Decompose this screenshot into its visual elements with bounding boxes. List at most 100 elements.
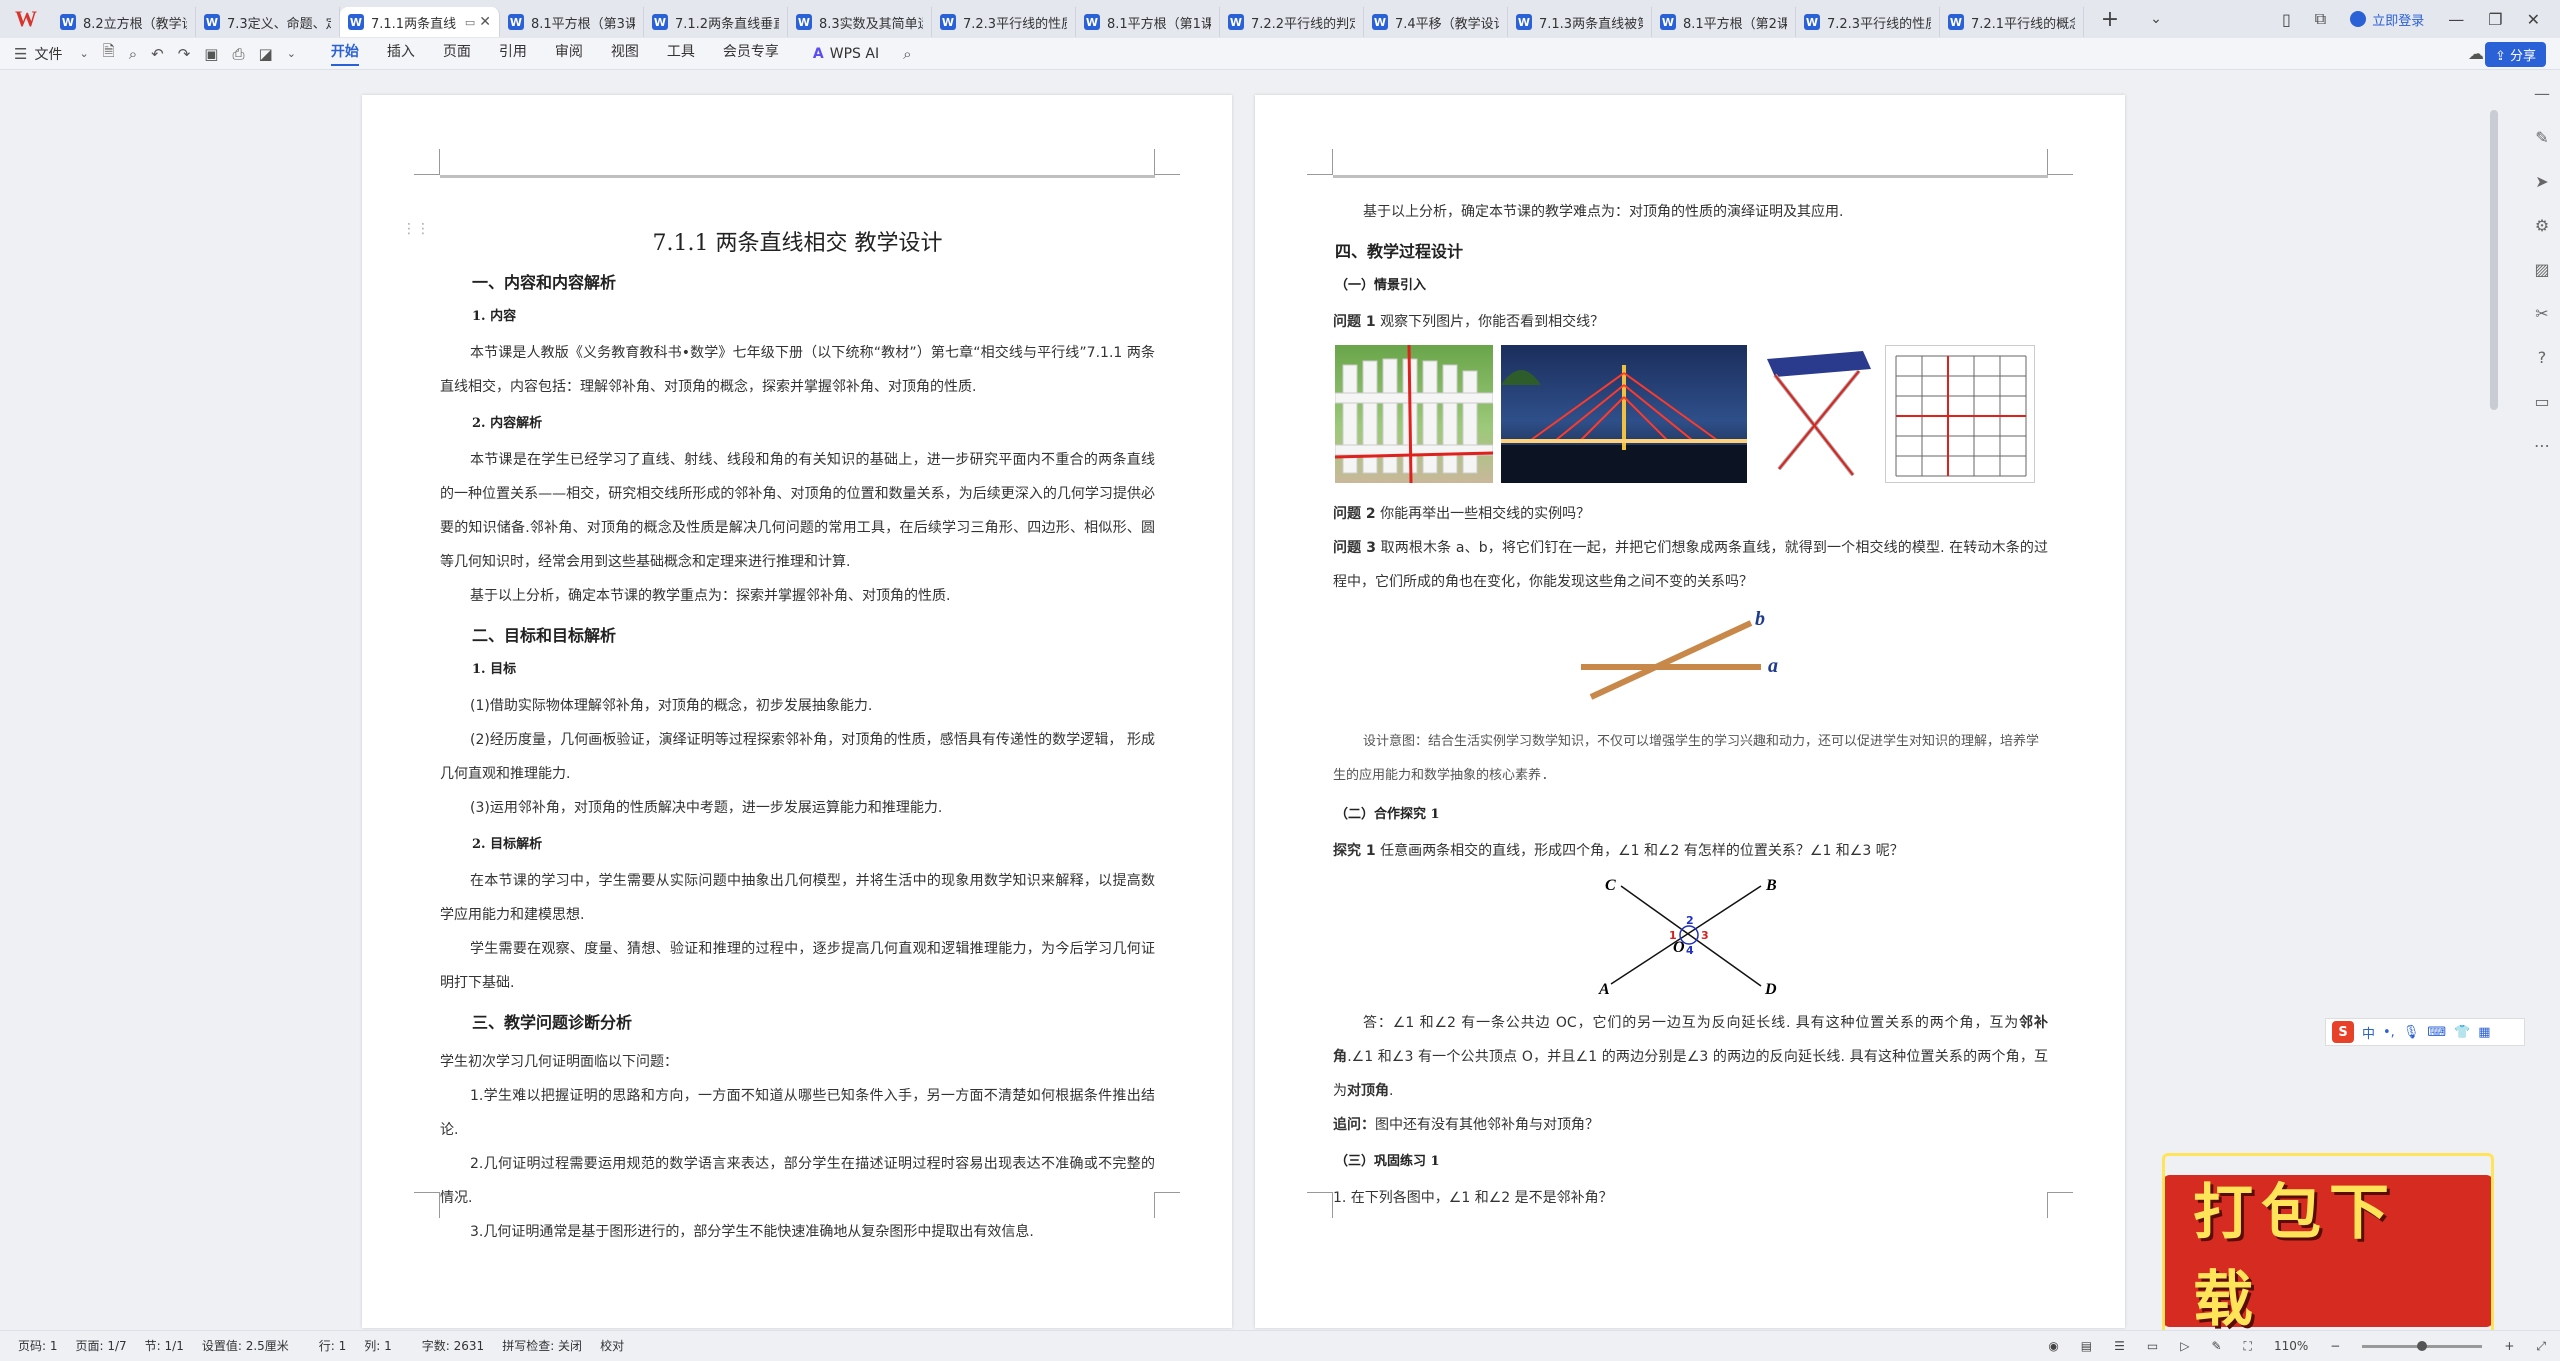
zoom-level[interactable]: 110% xyxy=(2274,1339,2308,1353)
document-tab[interactable]: W 7.2.1平行线的概念 xyxy=(1940,7,2084,37)
document-tab[interactable]: W 7.1.2两条直线垂直 xyxy=(644,7,788,37)
fit-page-icon[interactable]: ⛶ xyxy=(2244,1339,2252,1354)
paragraph: 学生需要在观察、度量、猜想、验证和推理的过程中，逐步提高几何直观和逻辑推理能力，… xyxy=(440,941,1155,991)
status-proofread[interactable]: 校对 xyxy=(600,1337,624,1354)
search-icon[interactable]: ⌕ xyxy=(903,45,911,63)
status-spell-check[interactable]: 拼写检查: 关闭 xyxy=(502,1337,582,1354)
line-a-label: a xyxy=(1768,655,1778,677)
document-tab[interactable]: W 7.2.3平行线的性质 xyxy=(1796,7,1940,37)
cloud-sync-icon[interactable]: ☁ xyxy=(2468,44,2484,63)
zoom-out-icon[interactable]: − xyxy=(2330,1339,2340,1353)
format-painter-icon[interactable]: ⌕ xyxy=(129,45,137,63)
page-content[interactable]: ⋮⋮ 7.1.1 两条直线相交 教学设计 一、内容和内容解析 1. 内容 本节课… xyxy=(402,215,1155,1249)
ime-mode[interactable]: 中 xyxy=(2362,1023,2375,1042)
edit-icon[interactable]: ✎ xyxy=(2211,1339,2221,1353)
edit-pen-icon[interactable]: ✎ xyxy=(2535,128,2548,147)
wps-ai-button[interactable]: A WPS AI xyxy=(813,46,879,62)
document-tab[interactable]: W 8.1平方根（第1课时） xyxy=(1076,7,1220,37)
select-cursor-icon[interactable]: ➤ xyxy=(2535,172,2548,191)
web-view-icon[interactable]: ▭ xyxy=(2147,1339,2158,1353)
wps-logo-icon[interactable]: W xyxy=(0,0,52,38)
new-tab-plus-icon[interactable]: + xyxy=(2090,7,2130,32)
tab-list-chevron-icon[interactable]: ⌄ xyxy=(2136,11,2176,27)
window-list-icon[interactable]: ⧉ xyxy=(2315,9,2326,29)
ime-toolbar[interactable]: S 中 •, 🎙 ⌨ 👕 ▦ xyxy=(2325,1018,2525,1046)
ribbon-tab[interactable]: 会员专享 xyxy=(723,41,779,66)
ribbon-tab[interactable]: 开始 xyxy=(330,41,359,66)
adjust-settings-icon[interactable]: ⚙ xyxy=(2535,216,2549,235)
zoom-slider-handle[interactable] xyxy=(2417,1340,2428,1351)
document-tab[interactable]: W 8.1平方根（第2课时） xyxy=(1652,7,1796,37)
document-tab[interactable]: W 7.3定义、命题、定理 xyxy=(196,7,340,37)
undo-icon[interactable]: ↶ xyxy=(151,45,164,63)
ribbon-tab[interactable]: 插入 xyxy=(387,41,415,66)
file-menu[interactable]: 文件 xyxy=(34,44,62,64)
bookmark-icon[interactable]: ▭ xyxy=(2534,392,2549,411)
document-tab[interactable]: W 8.3实数及其简单运算 xyxy=(788,7,932,37)
more-chevron-icon[interactable]: ⌄ xyxy=(287,47,296,60)
skin-icon[interactable]: 👕 xyxy=(2454,1025,2470,1040)
word-doc-icon: W xyxy=(204,14,220,30)
document-tab[interactable]: W 7.4平移（教学设计） xyxy=(1364,7,1508,37)
paragraph: 基于以上分析，确定本节课的教学重点为：探索并掌握邻补角、对顶角的性质. xyxy=(470,588,951,604)
intersecting-lines-diagram: C B A D O 1 2 3 4 xyxy=(1598,877,1777,998)
drag-handle-icon[interactable]: ⋮⋮ xyxy=(402,221,430,237)
shape-icon[interactable]: ◪ xyxy=(259,45,273,63)
save-icon[interactable]: 🗎 xyxy=(103,41,115,66)
stool-illustration xyxy=(1767,351,1871,477)
outline-view-icon[interactable]: ☰ xyxy=(2114,1339,2125,1353)
ribbon-tab[interactable]: 工具 xyxy=(667,41,695,66)
restore-icon[interactable]: ❐ xyxy=(2488,10,2502,29)
sidebar-toggle-icon[interactable]: ▯ xyxy=(2282,10,2291,29)
dropdown-chevron-icon[interactable]: ⌄ xyxy=(79,47,88,60)
word-doc-icon: W xyxy=(1516,14,1532,30)
status-word-count[interactable]: 字数: 2631 xyxy=(422,1337,484,1354)
margin-corner xyxy=(1307,149,1333,175)
download-package-banner[interactable]: 打包下载 xyxy=(2162,1153,2494,1349)
document-tab[interactable]: W 7.1.1两条直线 ▭ ✕ xyxy=(340,7,500,37)
zoom-slider[interactable] xyxy=(2362,1340,2483,1351)
play-icon[interactable]: ▷ xyxy=(2180,1339,2189,1353)
keyboard-icon[interactable]: ⌨ xyxy=(2427,1025,2446,1040)
toolbox-icon[interactable]: ▦ xyxy=(2478,1025,2490,1040)
document-tab[interactable]: W 8.1平方根（第3课时） xyxy=(500,7,644,37)
document-tab[interactable]: W 7.2.2平行线的判定 xyxy=(1220,7,1364,37)
microphone-icon[interactable]: 🎙 xyxy=(2403,1025,2420,1040)
ribbon-tab[interactable]: 页面 xyxy=(443,41,471,66)
help-icon[interactable]: ? xyxy=(2538,348,2547,367)
hamburger-menu-icon[interactable]: ☰ xyxy=(14,45,27,63)
status-setting[interactable]: 设置值: 2.5厘米 xyxy=(202,1337,289,1354)
page-content[interactable]: 基于以上分析，确定本节课的教学难点为：对顶角的性质的演绎证明及其应用. 四、教学… xyxy=(1333,195,2048,1215)
login-button[interactable]: 立即登录 xyxy=(2350,10,2424,29)
status-pages[interactable]: 页面: 1/7 xyxy=(76,1337,127,1354)
paragraph: 问题 3 取两根木条 a、b，将它们钉在一起，并把它们想象成两条直线，就得到一个… xyxy=(1333,540,2048,590)
monitor-icon[interactable]: ▭ xyxy=(465,16,475,29)
zoom-in-icon[interactable]: + xyxy=(2504,1339,2514,1353)
image-icon[interactable]: ▨ xyxy=(2534,260,2549,279)
minimize-icon[interactable]: — xyxy=(2448,10,2464,29)
more-dots-icon[interactable]: ⋯ xyxy=(2534,436,2550,455)
export-pdf-icon[interactable]: ⎙ xyxy=(232,45,244,63)
sogou-logo-icon: S xyxy=(2332,1021,2354,1043)
share-button[interactable]: ⇪ 分享 xyxy=(2484,42,2546,67)
print-icon[interactable]: ▣ xyxy=(204,45,218,63)
close-window-icon[interactable]: ✕ xyxy=(2527,10,2540,29)
close-tab-icon[interactable]: ✕ xyxy=(479,14,491,30)
ribbon-tab[interactable]: 视图 xyxy=(611,41,639,66)
ribbon-tab[interactable]: 引用 xyxy=(499,41,527,66)
document-page-1: ⋮⋮ 7.1.1 两条直线相交 教学设计 一、内容和内容解析 1. 内容 本节课… xyxy=(362,95,1232,1328)
vertical-scrollbar[interactable] xyxy=(2490,110,2498,410)
status-page-number[interactable]: 页码: 1 xyxy=(18,1337,58,1354)
status-section[interactable]: 节: 1/1 xyxy=(145,1337,184,1354)
redo-icon[interactable]: ↷ xyxy=(178,45,191,63)
ribbon-tab[interactable]: 审阅 xyxy=(555,41,583,66)
tools-icon[interactable]: ✂ xyxy=(2535,304,2548,323)
eye-protection-icon[interactable]: ◉ xyxy=(2048,1339,2058,1353)
punctuation-icon[interactable]: •, xyxy=(2383,1025,2395,1040)
document-tab[interactable]: W 7.1.3两条直线被第三 xyxy=(1508,7,1652,37)
fullscreen-icon[interactable]: ⤢ xyxy=(2536,1339,2546,1354)
document-tab[interactable]: W 8.2立方根（教学设计） xyxy=(52,7,196,37)
document-tab[interactable]: W 7.2.3平行线的性质 xyxy=(932,7,1076,37)
collapse-icon[interactable]: — xyxy=(2534,84,2550,103)
page-view-icon[interactable]: ▤ xyxy=(2081,1339,2092,1353)
